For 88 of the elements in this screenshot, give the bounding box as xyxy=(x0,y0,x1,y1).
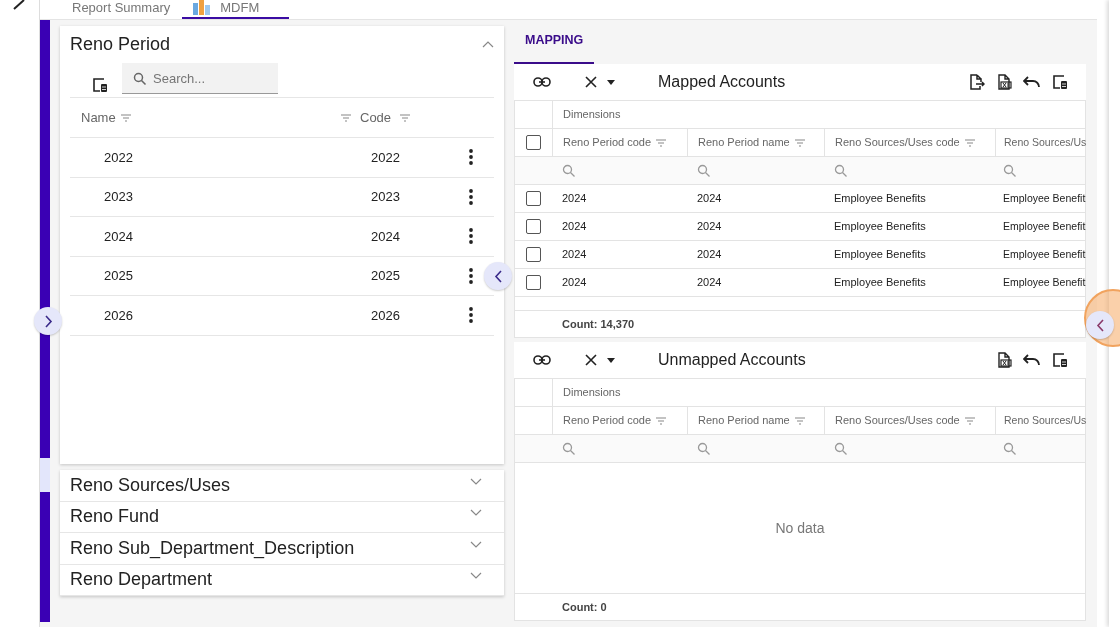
group-header: Dimensions xyxy=(552,101,1087,128)
table-cell-text: Employee Benefit xyxy=(1003,246,1086,262)
column-header[interactable]: Reno Period name xyxy=(698,134,790,151)
table-cell-text: 2024 xyxy=(562,219,587,235)
table-cell-text: Employee Benefits xyxy=(834,191,926,207)
chevron-icon xyxy=(493,269,503,283)
table-cell-text: 2022 xyxy=(103,148,134,167)
more-icon xyxy=(469,307,473,324)
table-cell-text: 2026 xyxy=(103,306,134,325)
table-cell-text: 2023 xyxy=(103,188,134,206)
column-header[interactable]: Reno Sources/Uses code xyxy=(835,134,960,151)
search-icon[interactable] xyxy=(697,163,711,178)
search-icon[interactable] xyxy=(562,163,576,178)
close-icon xyxy=(585,76,597,88)
tab[interactable]: Report Summary xyxy=(60,1,183,19)
table-cell-text: 2024 xyxy=(697,191,722,207)
close-icon xyxy=(585,354,597,366)
table-cell-text: Employee Benefit xyxy=(1003,190,1086,206)
chevron-icon xyxy=(43,314,53,328)
table-cell-text: 2024 xyxy=(697,219,722,235)
table-cell-text: 2024 xyxy=(562,275,587,291)
columns-icon xyxy=(1051,351,1069,369)
table-cell-text: 2022 xyxy=(371,148,401,167)
row-count: Count: 14,370 xyxy=(562,316,635,332)
export-icon xyxy=(967,73,985,91)
table-cell-text: Employee Benefit xyxy=(1003,274,1086,290)
empty-message: No data xyxy=(775,518,825,538)
grid-title: Mapped Accounts xyxy=(658,72,787,92)
grid-title: Unmapped Accounts xyxy=(658,350,807,370)
search-icon[interactable] xyxy=(562,441,576,456)
table-cell-text: 2024 xyxy=(562,247,587,263)
undo-icon xyxy=(1023,75,1041,89)
table-cell-text: 2025 xyxy=(371,267,401,285)
column-header[interactable]: Code xyxy=(360,107,392,128)
search-icon[interactable] xyxy=(1003,163,1017,178)
column-header[interactable]: Reno Period code xyxy=(563,134,652,151)
expand-button[interactable] xyxy=(34,307,62,335)
accordion-item[interactable]: Reno Fund xyxy=(60,501,504,533)
more-icon xyxy=(469,228,473,245)
column-header[interactable]: Reno Sources/Us xyxy=(1004,412,1087,429)
more-icon xyxy=(469,267,473,284)
caret-icon xyxy=(607,357,615,363)
search-icon xyxy=(133,72,147,86)
search-icon[interactable] xyxy=(1003,441,1017,456)
column-header[interactable]: Reno Sources/Uses code xyxy=(835,412,960,429)
table-cell-text: 2026 xyxy=(371,306,401,325)
column-header[interactable]: Reno Period name xyxy=(698,412,790,429)
search-icon[interactable] xyxy=(834,163,848,178)
search-icon[interactable] xyxy=(697,441,711,456)
row-count: Count: 0 xyxy=(562,599,607,615)
table-cell-text: Employee Benefit xyxy=(1003,218,1086,234)
link-icon xyxy=(533,77,551,87)
table-cell-text: Employee Benefits xyxy=(834,247,926,263)
checkbox[interactable] xyxy=(526,219,541,234)
accordion-item[interactable]: Reno Department xyxy=(60,564,504,596)
undo-icon xyxy=(1023,353,1041,367)
more-icon xyxy=(469,149,473,166)
columns-icon xyxy=(1051,73,1069,91)
column-header[interactable]: Reno Period code xyxy=(563,412,652,429)
column-header[interactable]: Name xyxy=(81,107,116,128)
table-cell-text: 2024 xyxy=(103,227,134,246)
checkbox[interactable] xyxy=(526,275,541,290)
table-cell-text: 2024 xyxy=(562,191,587,207)
more-icon xyxy=(469,188,473,205)
table-cell-text: 2023 xyxy=(371,188,401,206)
chevron-icon[interactable] xyxy=(482,40,494,48)
table-cell-text: 2024 xyxy=(697,275,722,291)
link-icon xyxy=(533,355,551,365)
column-header[interactable]: Reno Sources/Us xyxy=(1004,134,1087,151)
checkbox[interactable] xyxy=(526,247,541,262)
table-cell-text: 2024 xyxy=(371,227,401,246)
table-cell-text: 2024 xyxy=(697,247,722,263)
table-cell-text: Employee Benefits xyxy=(834,275,926,291)
caret-icon xyxy=(607,79,615,85)
search-field[interactable]: Search... xyxy=(122,63,278,94)
accordion-item[interactable]: Reno Sources/Uses xyxy=(60,470,504,502)
spreadsheet-icon xyxy=(995,73,1013,91)
chevron-icon xyxy=(1095,318,1105,332)
checkbox[interactable] xyxy=(526,135,541,150)
columns-icon xyxy=(91,76,109,94)
group-header: Dimensions xyxy=(552,379,1087,406)
checkbox[interactable] xyxy=(526,191,541,206)
table-cell-text: 2025 xyxy=(103,267,134,285)
spreadsheet-icon xyxy=(995,351,1013,369)
panel-title: Reno Period xyxy=(70,32,171,56)
search-icon[interactable] xyxy=(834,441,848,456)
accordion-item[interactable]: Reno Sub_Department_Description xyxy=(60,533,504,565)
table-cell-text: Employee Benefits xyxy=(834,219,926,235)
